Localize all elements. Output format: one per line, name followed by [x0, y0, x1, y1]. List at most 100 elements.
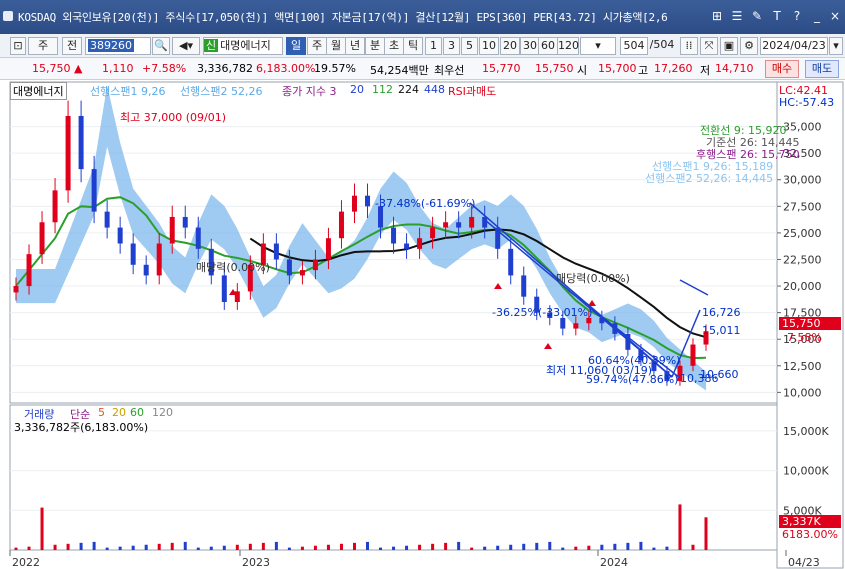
price-tick-label: 30,000 [783, 174, 822, 187]
candle-body [130, 243, 136, 265]
volume-bar [209, 546, 213, 550]
period-year[interactable]: 년 [345, 37, 365, 55]
candle-body [312, 259, 318, 271]
rise-annotation-2: 59.74%(47.86%) [586, 373, 679, 386]
interval-1[interactable]: 1 [425, 37, 442, 55]
interval-5[interactable]: 5 [461, 37, 478, 55]
prev-button[interactable]: 전 [62, 37, 82, 55]
volume-bar [496, 545, 500, 550]
volume-bar [392, 546, 396, 550]
candle-body [508, 248, 514, 276]
cross-icon[interactable]: ⤧ [700, 37, 718, 55]
gear-icon[interactable]: ⚙ [740, 37, 758, 55]
period-tick[interactable]: 틱 [403, 37, 423, 55]
help-icon[interactable]: ? [790, 9, 804, 23]
volume-bar [483, 546, 487, 550]
interval-10[interactable]: 10 [479, 37, 499, 55]
candle-body [65, 115, 71, 191]
volume-bar [691, 544, 695, 550]
speaker-icon[interactable]: ◀▾ [172, 37, 200, 55]
interval-60[interactable]: 60 [538, 37, 558, 55]
volume-pct: 6,183.00% [256, 62, 316, 75]
interval-3[interactable]: 3 [443, 37, 460, 55]
change-arrow: ▲ [74, 62, 83, 75]
interval-120[interactable]: 120 [557, 37, 579, 55]
open-price: 15,700 [598, 62, 637, 75]
volume-bar [235, 544, 239, 550]
candle-body [351, 195, 357, 212]
menu-icon[interactable]: ☰ [730, 9, 744, 23]
interval-custom-input[interactable]: ▾ [580, 37, 616, 55]
date-input[interactable]: 2024/04/23 [760, 37, 828, 55]
date-picker-icon[interactable]: ▾ [829, 37, 843, 55]
count-input[interactable]: 504 [620, 37, 648, 55]
period-month[interactable]: 월 [326, 37, 346, 55]
candle-body [91, 169, 97, 212]
volume-bar [613, 543, 617, 550]
period-week[interactable]: 주 [307, 37, 327, 55]
volume-bar [352, 542, 356, 550]
search-icon[interactable]: 🔍 [152, 37, 170, 55]
candle-body [117, 227, 123, 244]
volume-bar [548, 541, 552, 550]
window-title: KOSDAQ 외국인보유[20(천)] 주식수[17,050(천)] 액면[10… [18, 11, 668, 24]
volume-bar [183, 541, 187, 550]
period-day[interactable]: 일 [286, 37, 306, 55]
layout-icon[interactable]: ⊞ [710, 9, 724, 23]
current-price: 15,750 [32, 62, 71, 75]
volume: 3,336,782 [197, 62, 253, 75]
best-quote-label: 최우선 [434, 64, 465, 77]
candle-body [690, 344, 696, 366]
minimize-button[interactable]: _ [810, 9, 824, 23]
price-tick-label: 22,500 [783, 253, 822, 266]
volume-pct-right: 6183.00% [782, 528, 838, 541]
volume-bar [366, 541, 370, 550]
candle-body [26, 254, 32, 287]
buy-button[interactable]: 매수 [765, 60, 799, 78]
volume-bar [118, 546, 122, 550]
period-minute[interactable]: 분 [365, 37, 385, 55]
candle-body [39, 222, 45, 255]
volume-bar [418, 544, 422, 550]
volume-bar [131, 545, 135, 550]
save-icon[interactable]: ▣ [720, 37, 738, 55]
legend-span1: 선행스팬1 9,26 [90, 85, 166, 98]
legend-ma-20: 20 [350, 83, 364, 96]
span2-label: 선행스팬2 52,26: 14,445 [645, 172, 774, 185]
volume-bar [379, 547, 383, 550]
legend-rsi: RSI과매도 [448, 85, 497, 98]
sell-button[interactable]: 매도 [805, 60, 839, 78]
edit-icon[interactable]: ✎ [750, 9, 764, 23]
app-icon [3, 11, 13, 21]
legend-span2: 선행스팬2 52,26 [180, 85, 263, 98]
high-annotation: 최고 37,000 (09/01) [120, 111, 227, 124]
volume-box: 3,337K [779, 515, 841, 528]
interval-30[interactable]: 30 [520, 37, 540, 55]
volume-ma-20: 20 [112, 406, 126, 419]
close-button[interactable]: × [828, 9, 842, 23]
candle-body [404, 243, 410, 249]
volume-bar [509, 544, 513, 550]
candle-body [521, 275, 527, 297]
volume-bar [444, 542, 448, 550]
volume-bar [66, 543, 70, 550]
credit-badge: 신 [204, 39, 219, 52]
toolbar: ⊡ 주 전 389260 🔍 ◀▾ 신 대명에너지 일 주 월 년 분 초 틱 1… [0, 34, 845, 58]
market-select[interactable]: 주 [28, 37, 58, 55]
text-icon[interactable]: T [770, 9, 784, 23]
settings-icon[interactable]: ⊡ [10, 37, 26, 55]
volume-bar [470, 547, 474, 550]
interval-20[interactable]: 20 [500, 37, 520, 55]
candle-body [78, 115, 84, 170]
period-second[interactable]: 초 [384, 37, 404, 55]
candle-body [286, 259, 292, 276]
grid-icon[interactable]: ⁞⁞ [680, 37, 698, 55]
volume-bar [27, 546, 31, 550]
candle-body [456, 222, 462, 228]
candle-body [104, 211, 110, 228]
company-field[interactable]: 신 대명에너지 [203, 37, 283, 55]
volume-ma-120: 120 [152, 406, 173, 419]
low-price: 14,710 [715, 62, 754, 75]
code-input[interactable]: 389260 [85, 37, 151, 55]
candle-body [391, 227, 397, 244]
